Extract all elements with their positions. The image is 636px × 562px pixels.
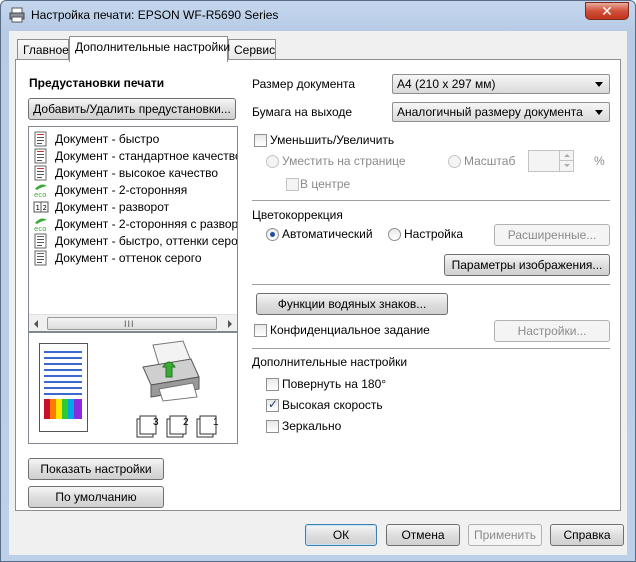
radio-selected-dot [270, 232, 275, 237]
svg-text:eco: eco [34, 191, 46, 198]
tab-main[interactable]: Главное [17, 39, 69, 61]
list-item-label: Документ - быстро, оттенки серого [55, 234, 238, 248]
percent-label: % [594, 154, 605, 168]
chevron-down-icon [595, 82, 603, 87]
output-paper-select[interactable]: Аналогичный размеру документа [392, 102, 610, 122]
document-standard-icon [34, 148, 47, 164]
print-settings-window: Настройка печати: EPSON WF-R5690 Series … [0, 0, 636, 562]
svg-text:2: 2 [43, 204, 47, 212]
document-gray-icon [34, 233, 47, 249]
tab-service[interactable]: Сервис [228, 39, 276, 61]
scroll-right-icon[interactable] [228, 320, 232, 328]
scale-radio[interactable] [448, 155, 461, 168]
presets-heading: Предустановки печати [29, 76, 165, 90]
divider [252, 284, 610, 285]
close-button[interactable]: ✕ [585, 2, 629, 20]
auto-color-radio[interactable] [266, 228, 279, 241]
list-item-label: Документ - оттенок серого [55, 251, 202, 265]
title-bar[interactable]: Настройка печати: EPSON WF-R5690 Series … [1, 1, 635, 29]
tab-advanced[interactable]: Дополнительные настройки [69, 36, 231, 62]
scroll-thumb[interactable]: III [47, 317, 217, 330]
document-gray-icon [34, 250, 47, 266]
divider [252, 200, 610, 201]
collate-label-2: 2 [183, 417, 189, 428]
reduce-enlarge-label: Уменьшить/Увеличить [270, 133, 395, 147]
scroll-left-icon[interactable] [34, 320, 38, 328]
printer-output-icon [142, 340, 200, 402]
page-preview-icon [39, 343, 88, 432]
check-icon: ✓ [268, 397, 279, 411]
eco-icon: eco [34, 184, 47, 198]
window-title: Настройка печати: EPSON WF-R5690 Series [31, 8, 279, 22]
color-correction-heading: Цветокоррекция [252, 208, 343, 222]
center-label: В центре [300, 177, 351, 191]
fit-to-page-radio[interactable] [266, 155, 279, 168]
center-checkbox[interactable] [286, 178, 299, 191]
high-speed-checkbox[interactable]: ✓ [266, 397, 279, 412]
defaults-button[interactable]: По умолчанию [28, 486, 164, 508]
output-paper-label: Бумага на выходе [252, 105, 353, 119]
apply-button[interactable]: Применить [468, 524, 542, 546]
confidential-job-label: Конфиденциальное задание [270, 323, 430, 337]
scroll-grip: III [124, 319, 135, 329]
output-paper-value: Аналогичный размеру документа [397, 105, 583, 119]
high-speed-label: Высокая скорость [282, 398, 383, 412]
printer-icon [9, 7, 25, 23]
rotate-180-checkbox[interactable] [266, 378, 279, 391]
document-high-quality-icon [34, 165, 47, 181]
list-item-label: Документ - 2-сторонняя [55, 183, 188, 197]
collate-icon [136, 415, 217, 438]
custom-color-radio[interactable] [388, 228, 401, 241]
list-item-label: Документ - 2-сторонняя с разворотом [55, 217, 238, 231]
layout-preview: 3 2 1 [28, 332, 238, 444]
cancel-button[interactable]: Отмена [386, 524, 460, 546]
image-options-button[interactable]: Параметры изображения... [444, 254, 610, 276]
collate-label-3: 3 [153, 417, 159, 428]
mirror-label: Зеркально [282, 419, 342, 433]
help-button[interactable]: Справка [550, 524, 624, 546]
show-settings-button[interactable]: Показать настройки [28, 458, 164, 480]
confidential-job-checkbox[interactable] [254, 324, 267, 337]
rotate-180-label: Повернуть на 180° [282, 377, 387, 391]
horizontal-scrollbar[interactable]: III [29, 314, 237, 331]
mirror-checkbox[interactable] [266, 420, 279, 433]
document-size-value: A4 (210 x 297 мм) [397, 77, 496, 91]
two-up-icon: 12 [33, 201, 49, 213]
svg-text:eco: eco [34, 225, 46, 232]
tab-advanced-label: Дополнительные настройки [75, 40, 231, 54]
document-size-select[interactable]: A4 (210 x 297 мм) [392, 74, 610, 94]
divider [252, 348, 610, 349]
add-remove-presets-button[interactable]: Добавить/Удалить предустановки... [28, 98, 236, 120]
fit-to-page-label: Уместить на странице [282, 154, 406, 168]
auto-color-label: Автоматический [282, 227, 373, 241]
collate-label-1: 1 [213, 417, 219, 428]
list-item-label: Документ - стандартное качество [55, 149, 238, 163]
eco-icon: eco [34, 218, 47, 232]
ok-button[interactable]: ОК [305, 524, 377, 546]
extra-settings-heading: Дополнительные настройки [252, 355, 408, 369]
scale-spinner[interactable] [528, 150, 574, 172]
tab-service-label: Сервис [234, 43, 276, 57]
list-item-label: Документ - разворот [55, 200, 170, 214]
svg-text:1: 1 [36, 204, 40, 212]
scale-label: Масштаб [464, 154, 516, 168]
spin-up-icon[interactable] [559, 151, 573, 161]
custom-color-label: Настройка [404, 227, 464, 241]
advanced-color-button[interactable]: Расширенные... [494, 224, 610, 246]
spin-down-icon[interactable] [559, 161, 573, 171]
list-item-label: Документ - быстро [55, 132, 160, 146]
watermark-features-button[interactable]: Функции водяных знаков... [256, 293, 448, 315]
list-item-label: Документ - высокое качество [55, 166, 219, 180]
confidential-settings-button[interactable]: Настройки... [494, 320, 610, 342]
presets-list[interactable]: Документ - быстро Документ - стандартное… [28, 126, 238, 332]
advanced-settings-panel: Предустановки печати Добавить/Удалить пр… [15, 59, 621, 511]
document-size-label: Размер документа [252, 77, 356, 91]
close-icon: ✕ [601, 3, 613, 19]
dialog-client-area: Главное Дополнительные настройки Сервис … [9, 31, 627, 555]
document-fast-icon [34, 131, 47, 147]
tab-main-label: Главное [23, 43, 69, 57]
reduce-enlarge-checkbox[interactable] [254, 134, 267, 147]
chevron-down-icon [595, 110, 603, 115]
